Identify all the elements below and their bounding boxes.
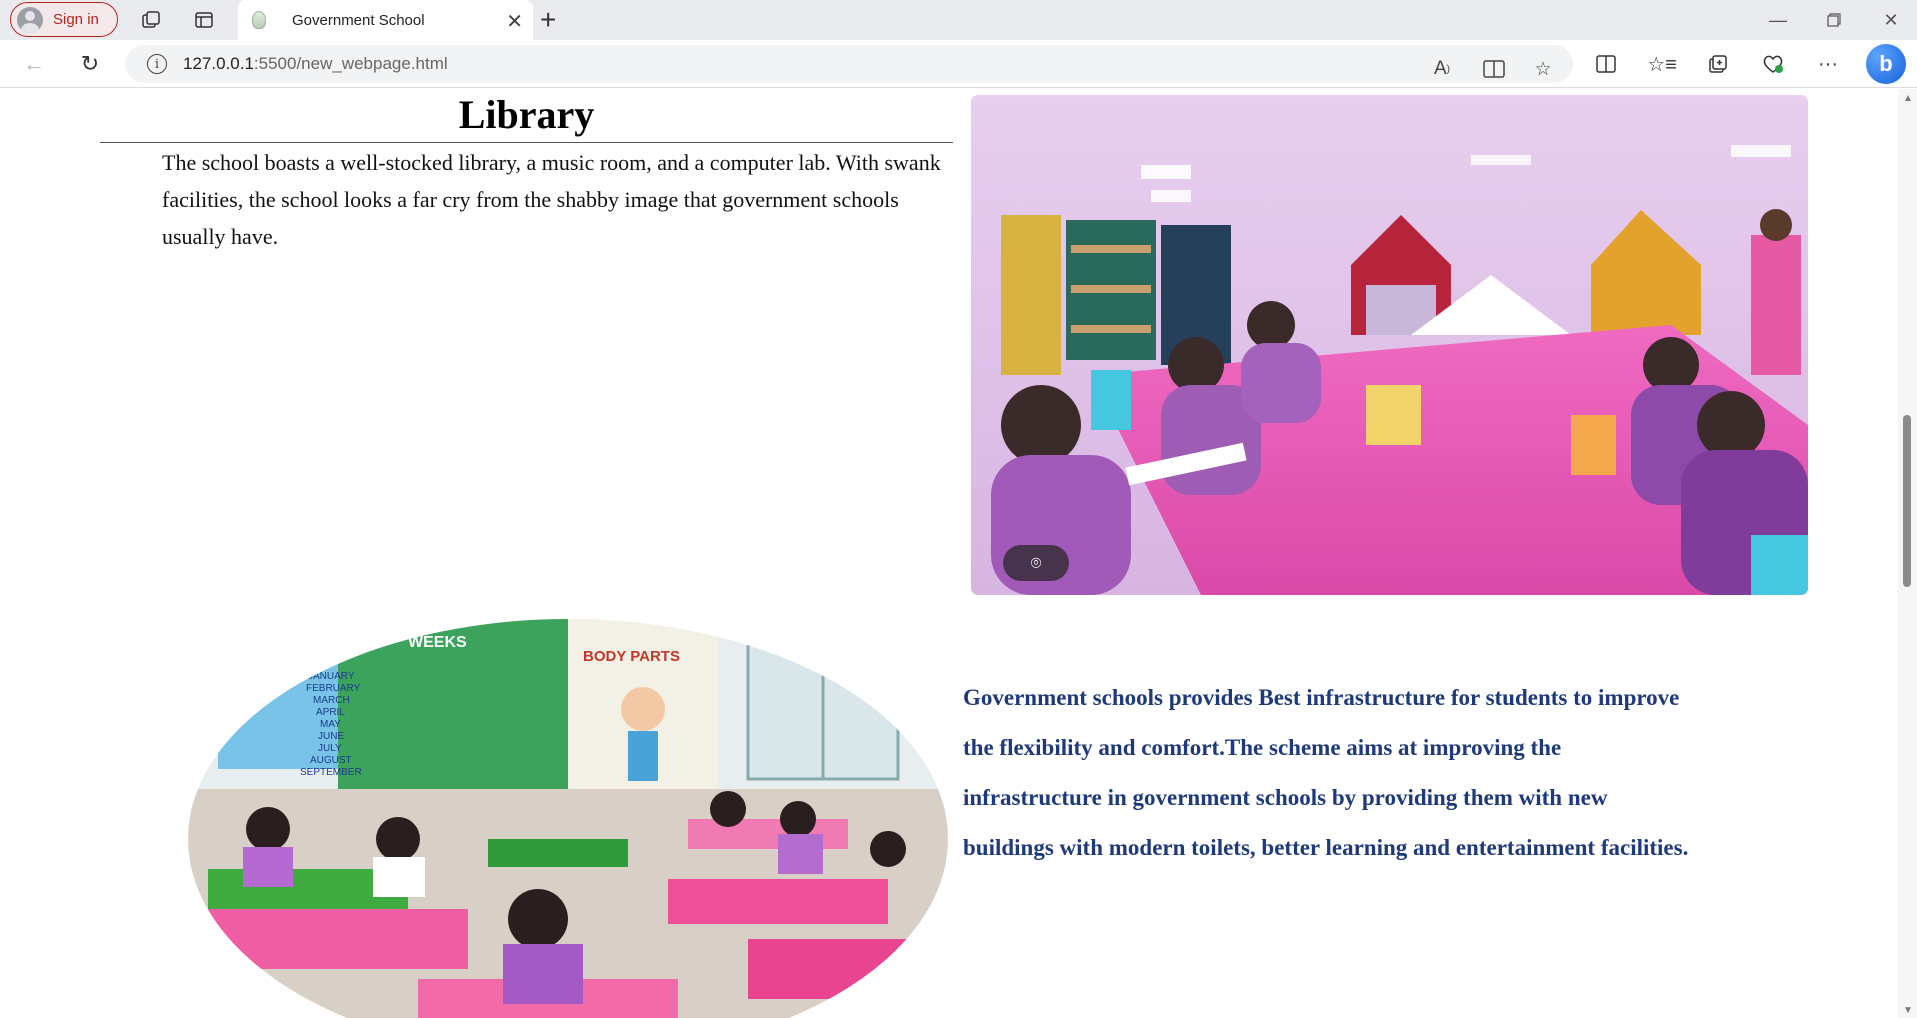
- star-icon[interactable]: ☆: [1528, 54, 1558, 84]
- library-photo: ⌾: [971, 95, 1808, 595]
- vertical-scrollbar[interactable]: ▲ ▼: [1898, 89, 1917, 1018]
- url-host: 127.0.0.1: [183, 54, 254, 73]
- tab-title: Government School: [292, 11, 425, 29]
- site-favicon-icon: [252, 11, 266, 29]
- url-path: :5500/new_webpage.html: [253, 54, 448, 73]
- visual-search-icon[interactable]: ⌾: [1003, 545, 1069, 581]
- chart-weeks-label: WEEKS: [408, 634, 467, 651]
- page-viewport: Library The school boasts a well-stocked…: [0, 89, 1898, 1018]
- month-label: FEBRUARY: [306, 683, 361, 694]
- back-icon[interactable]: ←: [18, 48, 50, 80]
- infrastructure-description: Government schools provides Best infrast…: [963, 685, 1689, 860]
- more-icon[interactable]: ···: [1811, 49, 1845, 79]
- month-label: APRIL: [316, 707, 345, 718]
- favorites-icon[interactable]: ☆≡: [1645, 49, 1679, 79]
- month-label: MARCH: [313, 695, 350, 706]
- tab-strip: Sign in Government School ✕ + — ✕: [0, 0, 1917, 40]
- scroll-down-icon[interactable]: ▼: [1903, 1005, 1913, 1016]
- tab-government-school[interactable]: Government School ✕: [238, 0, 533, 40]
- month-label: MAY: [320, 719, 341, 730]
- refresh-icon[interactable]: ↻: [74, 48, 106, 80]
- scroll-up-icon[interactable]: ▲: [1903, 93, 1913, 104]
- url-text[interactable]: 127.0.0.1:5500/new_webpage.html: [183, 54, 448, 74]
- read-aloud-icon[interactable]: A): [1427, 54, 1457, 84]
- collections-icon[interactable]: [1701, 49, 1735, 79]
- heading-divider: [100, 142, 953, 143]
- month-label: AUGUST: [310, 755, 352, 766]
- library-description: The school boasts a well-stocked library…: [162, 150, 941, 249]
- classroom-photo: WEEKS JANUARY FEBRUARY MARCH APRIL MAY J…: [188, 619, 948, 1018]
- workspaces-icon[interactable]: [136, 6, 166, 34]
- month-label: JULY: [318, 743, 342, 754]
- browser-essentials-icon[interactable]: [1756, 49, 1790, 79]
- new-tab-icon[interactable]: +: [540, 4, 556, 36]
- info-icon[interactable]: i: [147, 54, 167, 74]
- sign-in-label: Sign in: [53, 11, 99, 28]
- immersive-reader-icon[interactable]: [1479, 54, 1509, 84]
- restore-icon[interactable]: [1814, 6, 1854, 34]
- profile-avatar-icon: [17, 6, 43, 33]
- minimize-icon[interactable]: —: [1758, 6, 1798, 34]
- month-label: JUNE: [318, 731, 344, 742]
- month-label: JANUARY: [308, 671, 355, 682]
- library-heading: Library: [458, 92, 595, 137]
- sign-in-button[interactable]: Sign in: [10, 2, 118, 37]
- chart-body-parts-label: BODY PARTS: [583, 648, 680, 665]
- url-field[interactable]: i 127.0.0.1:5500/new_webpage.html A) ☆: [125, 45, 1573, 83]
- tab-actions-icon[interactable]: [189, 6, 219, 34]
- copilot-icon[interactable]: b: [1866, 44, 1906, 84]
- scrollbar-thumb[interactable]: [1903, 415, 1911, 587]
- close-tab-icon[interactable]: ✕: [506, 9, 523, 34]
- month-label: SEPTEMBER: [300, 767, 362, 778]
- split-screen-icon[interactable]: [1589, 49, 1623, 79]
- close-window-icon[interactable]: ✕: [1871, 6, 1911, 34]
- address-bar: ← ↻ i 127.0.0.1:5500/new_webpage.html A)…: [0, 40, 1917, 88]
